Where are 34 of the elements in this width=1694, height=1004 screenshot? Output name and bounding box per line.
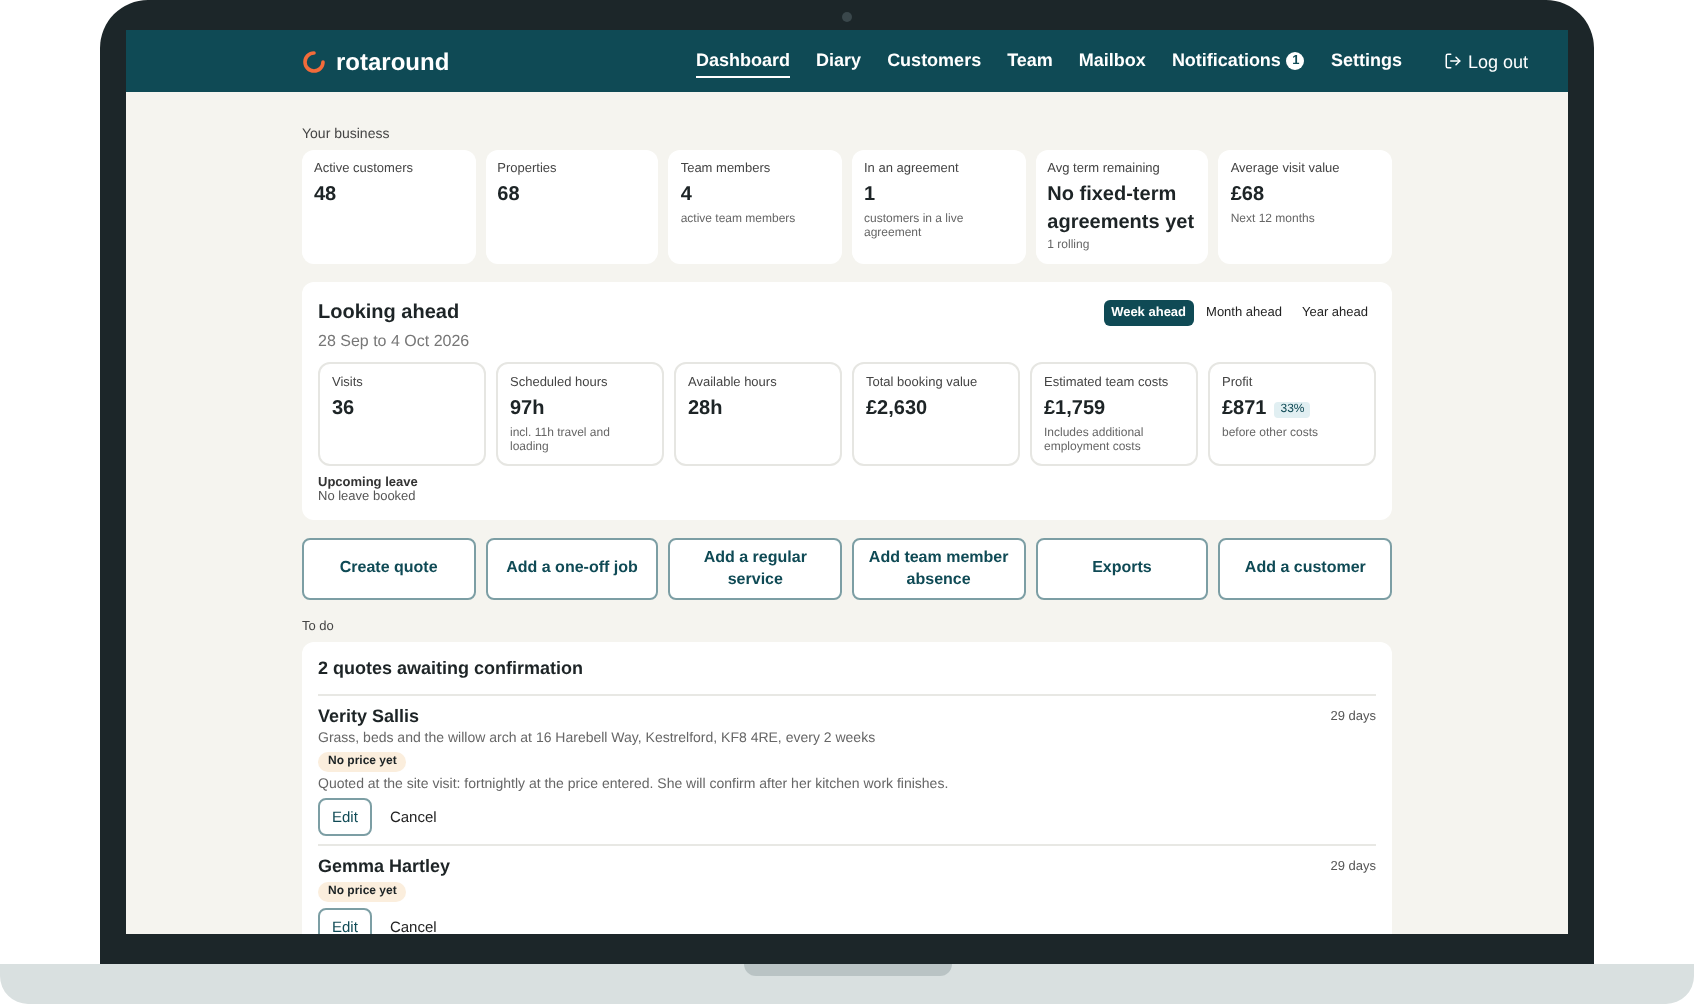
panel-title: Looking ahead bbox=[318, 302, 460, 324]
stat-value: £871 bbox=[1222, 396, 1267, 423]
stat-value: £2,630 bbox=[866, 396, 930, 423]
stat-value: 68 bbox=[497, 182, 522, 209]
action-button[interactable]: Create quote bbox=[302, 538, 476, 600]
nav-link[interactable]: Mailbox bbox=[1078, 44, 1146, 78]
nav-link[interactable]: Settings bbox=[1330, 44, 1402, 78]
nav-link[interactable]: Diary bbox=[816, 44, 862, 78]
action-button[interactable]: Add a one-off job bbox=[485, 538, 659, 600]
action-button[interactable]: Add team member absence bbox=[851, 538, 1026, 600]
date-range: 28 Sep to 4 Oct 2026 bbox=[318, 332, 472, 350]
logout-link[interactable]: Log out bbox=[1443, 51, 1528, 71]
action-button[interactable]: Add a regular service bbox=[668, 538, 842, 600]
logout-icon bbox=[1443, 52, 1462, 70]
action-button[interactable]: Add a customer bbox=[1218, 538, 1392, 600]
logo-icon bbox=[302, 49, 326, 73]
stat-value: 48 bbox=[314, 182, 339, 209]
nav-link[interactable]: Dashboard bbox=[696, 44, 791, 78]
stat-value: £68 bbox=[1230, 182, 1267, 209]
stat-value: £1,759 bbox=[1044, 396, 1108, 423]
stat-value: 36 bbox=[332, 396, 357, 423]
brand-name: rotaround bbox=[336, 47, 450, 75]
action-button[interactable]: Exports bbox=[1035, 538, 1209, 600]
stat-value: No fixed-term agreements yet bbox=[1047, 182, 1197, 236]
camera-icon bbox=[842, 12, 852, 22]
stat-value: 28h bbox=[688, 396, 725, 423]
customer-name: Gemma Hartley bbox=[318, 856, 451, 876]
todo-title: 2 quotes awaiting confirmation bbox=[318, 658, 1376, 696]
stat-value: 97h bbox=[510, 396, 547, 423]
customer-name: Verity Sallis bbox=[318, 706, 420, 726]
stat-value: 1 bbox=[863, 182, 878, 209]
nav-link[interactable]: Customers bbox=[887, 44, 982, 78]
nav-link[interactable]: Team bbox=[1007, 44, 1053, 78]
stat-value: 4 bbox=[680, 182, 694, 209]
